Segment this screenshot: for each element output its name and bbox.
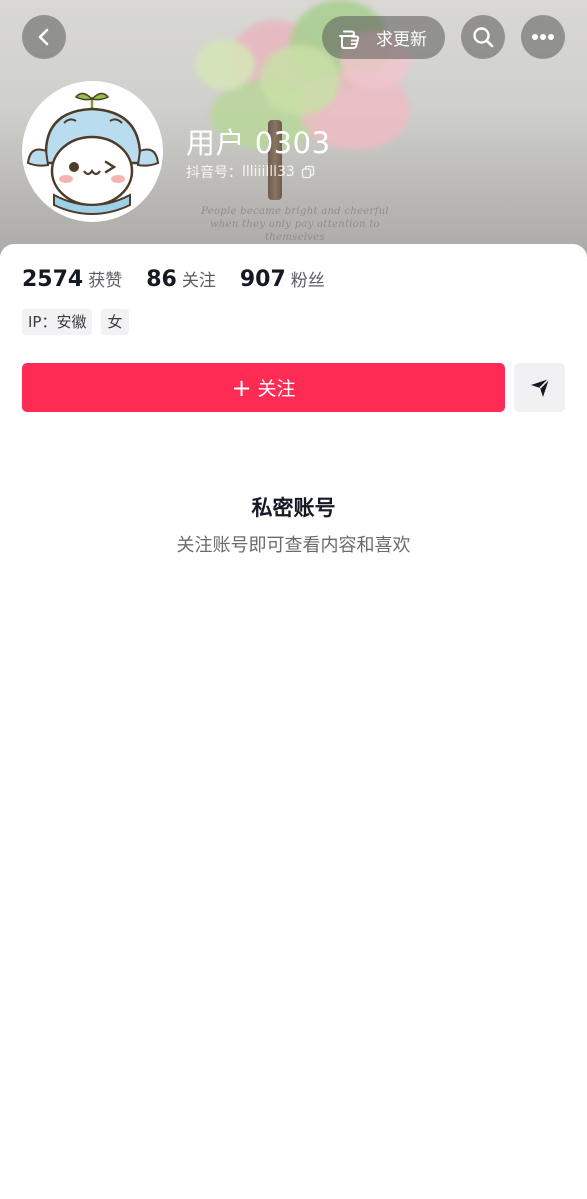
stat-likes[interactable]: 2574 获赞: [22, 266, 122, 292]
profile-tags: IP：安徽 女: [22, 309, 138, 335]
search-button[interactable]: [461, 15, 505, 59]
send-message-button[interactable]: [514, 363, 565, 412]
request-update-label: 求更新: [376, 30, 427, 50]
stat-followers[interactable]: 907 粉丝: [240, 266, 325, 292]
private-account-title: 私密账号: [251, 496, 336, 520]
douyin-id-value: llliiilll33: [242, 164, 295, 180]
profile-content-sheet: 2574 获赞 86 关注 907 粉丝 IP：安徽 女 + 关注 私密账号 关…: [0, 244, 587, 1199]
search-icon: [473, 27, 494, 48]
douyin-id[interactable]: 抖音号： llliiilll33: [186, 162, 315, 182]
follow-button-label: 关注: [257, 378, 296, 400]
stat-followers-value: 907: [239, 267, 286, 292]
profile-stats: 2574 获赞 86 关注 907 粉丝: [22, 266, 349, 292]
avatar-whale-character-image: [24, 83, 161, 220]
pointing-hand-icon: [339, 30, 360, 49]
back-icon: [38, 28, 49, 46]
plus-icon: +: [231, 373, 252, 402]
avatar[interactable]: [22, 81, 163, 222]
request-update-button[interactable]: 求更新: [322, 16, 445, 59]
back-button[interactable]: [22, 15, 66, 59]
stat-following[interactable]: 86 关注: [146, 266, 216, 292]
profile-username: 用户 0303: [186, 126, 331, 160]
send-icon: [530, 377, 550, 397]
stat-likes-value: 2574: [22, 267, 84, 292]
stat-followers-label: 粉丝: [290, 271, 325, 291]
gender-tag: 女: [101, 309, 129, 335]
more-button[interactable]: [521, 15, 565, 59]
more-icon: [532, 34, 554, 40]
stat-following-value: 86: [146, 267, 177, 292]
stat-following-label: 关注: [181, 271, 216, 291]
private-account-subtitle: 关注账号即可查看内容和喜欢: [176, 535, 411, 556]
banner-quote: People became bright and cheerful when t…: [201, 206, 389, 243]
douyin-id-prefix: 抖音号：: [186, 165, 242, 181]
follow-button[interactable]: + 关注: [22, 363, 505, 412]
ip-location-tag: IP：安徽: [22, 309, 93, 335]
stat-likes-label: 获赞: [88, 271, 123, 291]
copy-icon[interactable]: [301, 165, 315, 179]
